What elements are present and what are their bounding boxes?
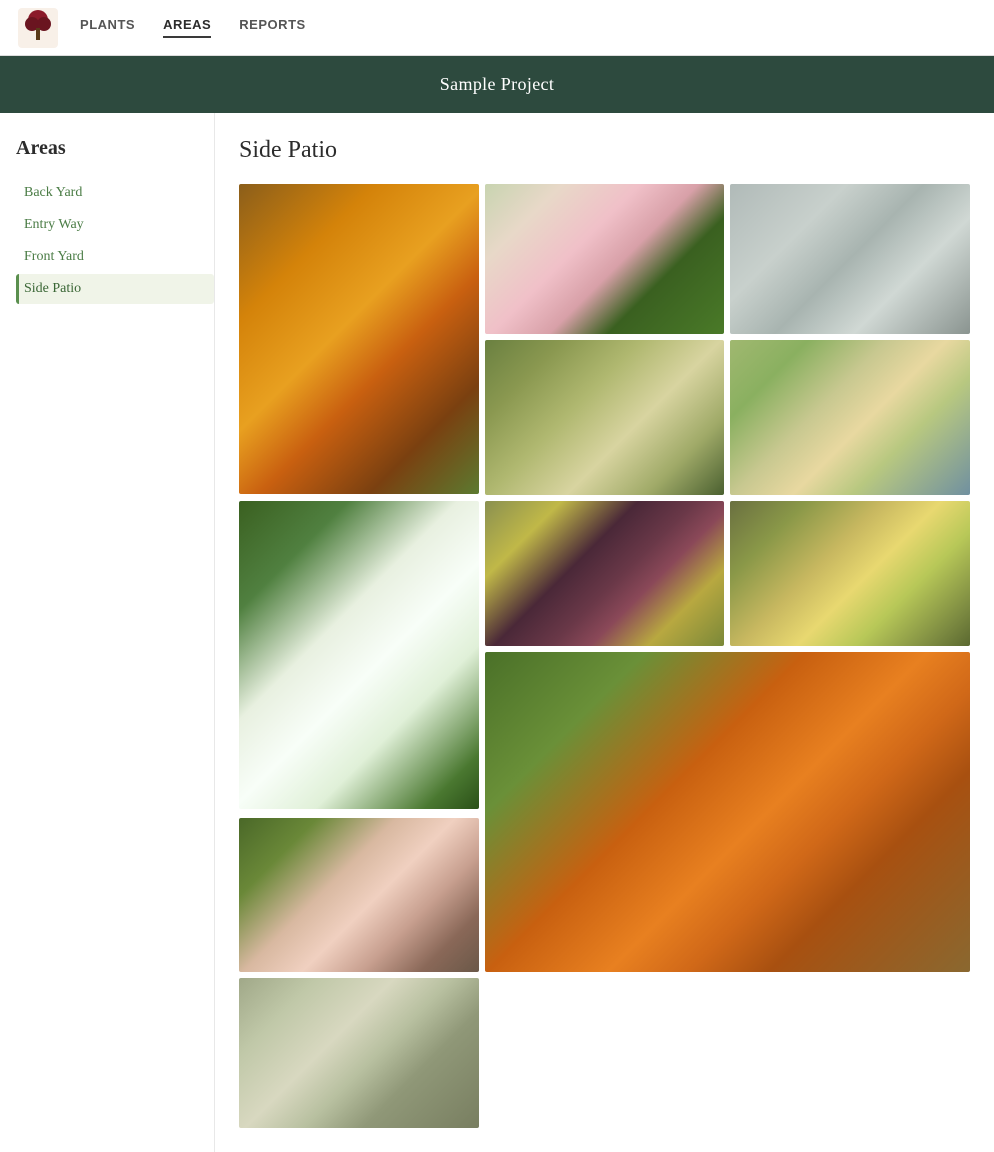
- nav-plants[interactable]: PLANTS: [80, 17, 135, 38]
- photo-5[interactable]: [730, 340, 970, 495]
- sidebar-item-back-yard[interactable]: Back Yard: [16, 178, 214, 208]
- photo-11[interactable]: [239, 978, 479, 1128]
- project-name: Sample Project: [440, 74, 555, 94]
- project-header: Sample Project: [0, 56, 994, 113]
- page-title: Side Patio: [239, 137, 970, 164]
- photo-1[interactable]: [239, 184, 479, 494]
- photo-grid: [239, 184, 970, 1128]
- content-area: Side Patio: [215, 113, 994, 1152]
- photo-6[interactable]: [239, 501, 479, 809]
- sidebar-title: Areas: [16, 137, 214, 160]
- nav-areas[interactable]: AREAS: [163, 17, 211, 38]
- sidebar-item-side-patio[interactable]: Side Patio: [16, 274, 214, 304]
- nav-reports[interactable]: REPORTS: [239, 17, 305, 38]
- photo-2[interactable]: [485, 184, 725, 334]
- brand-logo: [16, 6, 60, 50]
- photo-4[interactable]: [485, 340, 725, 495]
- sidebar: Areas Back Yard Entry Way Front Yard Sid…: [0, 113, 215, 1152]
- photo-9[interactable]: [485, 652, 970, 972]
- photo-3[interactable]: [730, 184, 970, 334]
- photo-10[interactable]: [239, 818, 479, 972]
- navbar: PLANTS AREAS REPORTS: [0, 0, 994, 56]
- photo-8[interactable]: [730, 501, 970, 646]
- main-layout: Areas Back Yard Entry Way Front Yard Sid…: [0, 113, 994, 1152]
- nav-links: PLANTS AREAS REPORTS: [80, 17, 306, 38]
- sidebar-item-entry-way[interactable]: Entry Way: [16, 210, 214, 240]
- photo-7[interactable]: [485, 501, 725, 646]
- sidebar-item-front-yard[interactable]: Front Yard: [16, 242, 214, 272]
